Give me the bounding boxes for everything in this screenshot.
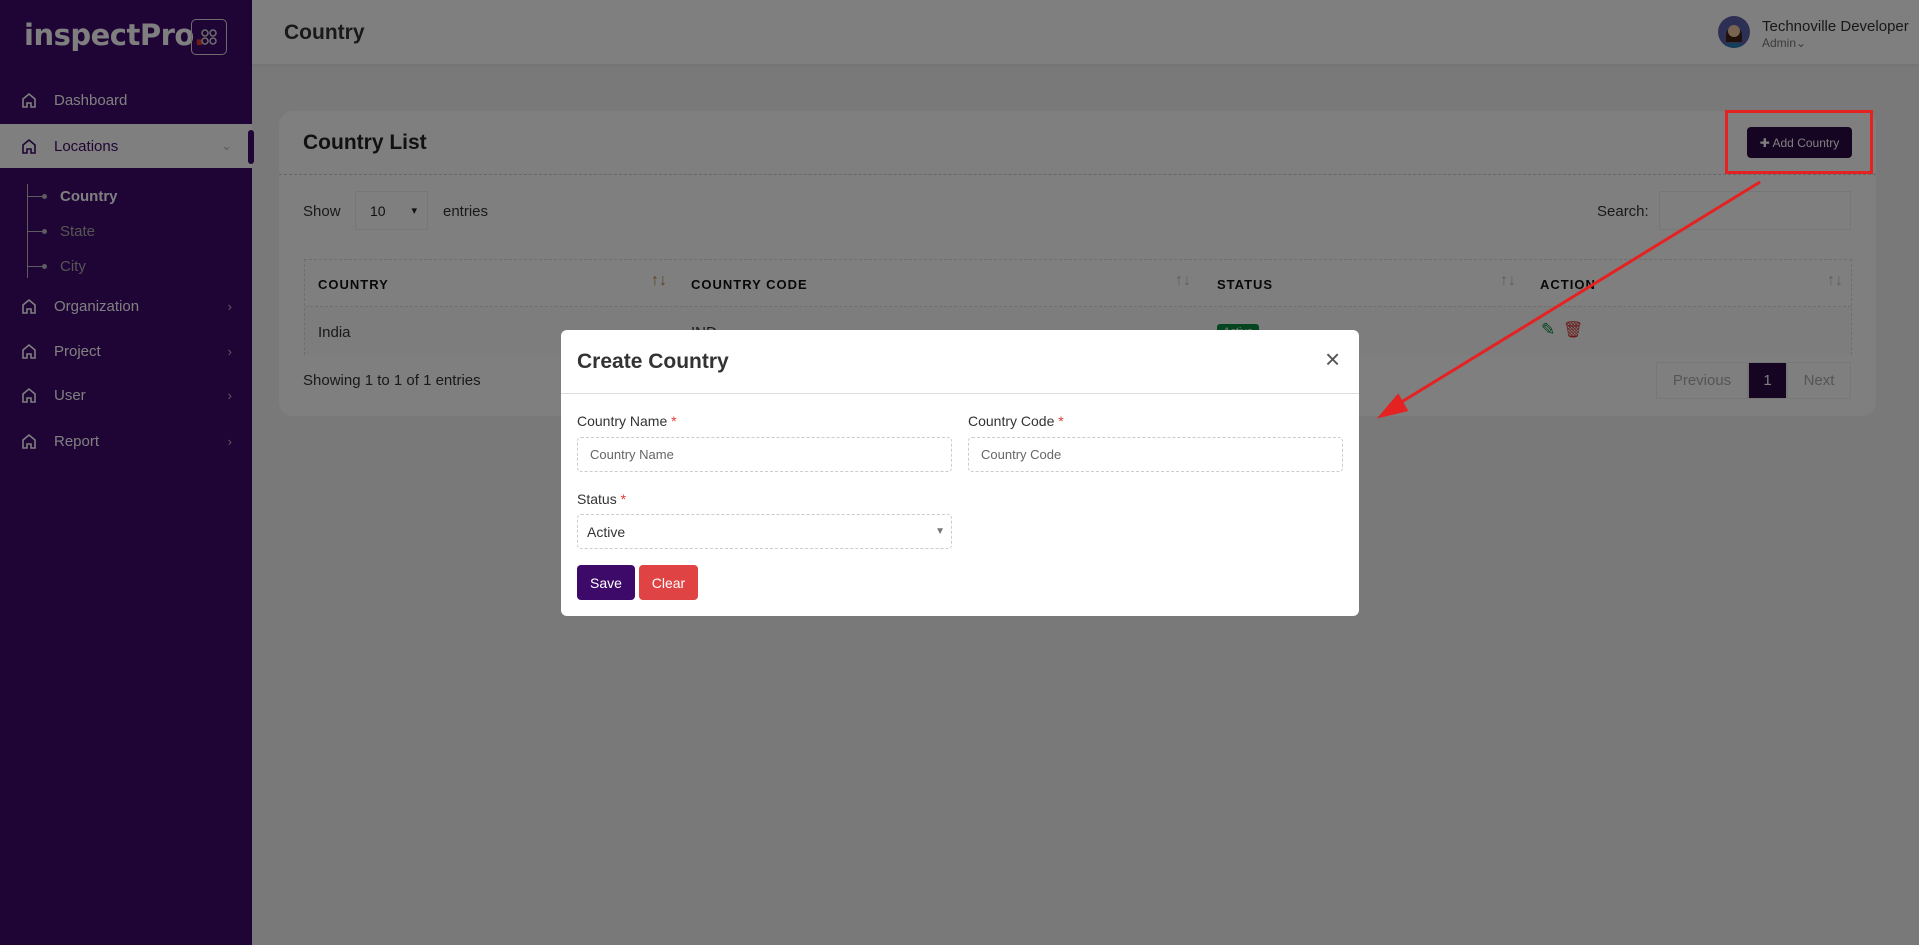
annotation-arrow	[1376, 180, 1761, 419]
